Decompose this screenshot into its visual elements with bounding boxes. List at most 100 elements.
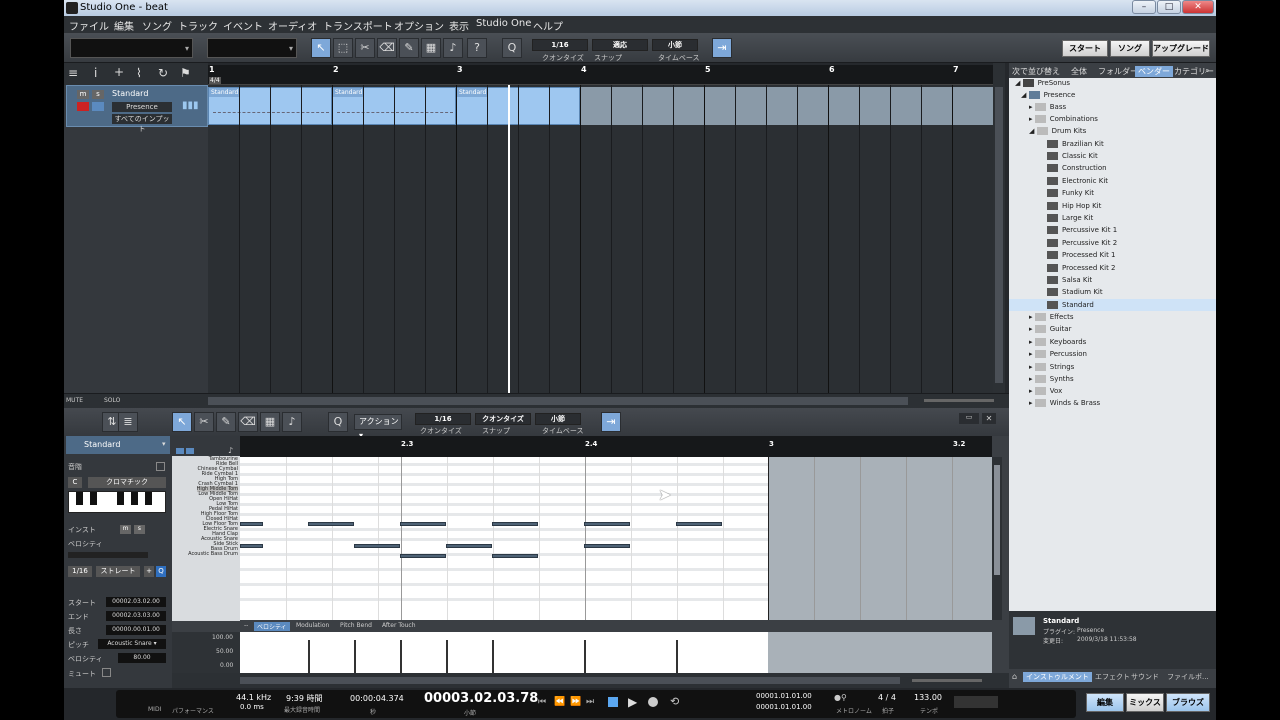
grid-mode[interactable]: ストレート [96,566,140,577]
editor-split-tool-icon[interactable]: ✂ [194,412,214,432]
preset-combo[interactable] [70,38,193,58]
tree-item-preset[interactable]: Brazilian Kit [1047,140,1104,148]
tree-item-drum-kits[interactable]: ◢ Drum Kits [1029,127,1086,135]
tree-item-strings[interactable]: ▸ Strings [1029,363,1074,371]
monitor-button[interactable] [92,102,104,111]
menu-track[interactable]: トラック [178,18,218,33]
refresh-icon[interactable]: ↻ [158,66,168,80]
inspector-mute-button[interactable]: m [120,525,131,534]
fast-forward-icon[interactable]: ⏩ [570,697,581,707]
editor-zoom-slider[interactable] [912,679,982,682]
tree-item-presence[interactable]: ◢ Presence [1021,91,1075,99]
chevron-down-icon[interactable]: ▾ [162,440,166,448]
record-icon[interactable] [648,697,658,707]
velocity-bar[interactable] [354,640,356,673]
note-end-field[interactable]: 00002.03.03.00 [106,611,166,621]
tree-item-synths[interactable]: ▸ Synths [1029,375,1074,383]
tab-instruments[interactable]: インストゥルメント [1023,672,1092,682]
note-grid[interactable]: ➤ [240,457,992,620]
play-icon[interactable]: ▶ [628,695,637,709]
inspector-icon[interactable]: i [94,66,97,80]
browser-tab-vendor[interactable]: ベンダー [1135,66,1173,77]
scale-type[interactable]: クロマチック [88,477,166,488]
tree-item-preset-selected[interactable]: Standard [1047,301,1094,309]
layout-combo[interactable] [207,38,297,58]
tab-pitch-bend[interactable]: Pitch Bend [340,622,372,629]
help-button[interactable]: ? [467,38,487,58]
tree-item-guitar[interactable]: ▸ Guitar [1029,325,1071,333]
velocity-bar[interactable] [400,640,402,673]
loop-icon[interactable]: ⟲ [670,695,679,708]
loop-end[interactable]: 00001.01.01.00 [756,703,812,711]
note-bass-drum[interactable] [400,554,446,558]
tab-velocity[interactable]: ベロシティ [254,622,290,631]
editor-horizontal-scrollbar[interactable] [240,677,900,684]
tree-item-preset[interactable]: Hip Hop Kit [1047,202,1101,210]
arrow-tool-icon[interactable]: ↖ [311,38,331,58]
note-acoustic-snare[interactable] [446,544,492,548]
editor-autoscroll-icon[interactable]: ⇥ [601,412,621,432]
menu-event[interactable]: イベント [223,18,263,33]
grid-value[interactable]: 1/16 [68,566,92,577]
velocity-bar[interactable] [308,640,310,673]
add-track-icon[interactable]: + [114,65,124,79]
tree-item-percussion[interactable]: ▸ Percussion [1029,350,1087,358]
tree-item-preset[interactable]: Classic Kit [1047,152,1098,160]
home-icon[interactable]: ⌂ [1012,672,1017,681]
start-page-button[interactable]: スタート [1062,40,1108,57]
note-bass-drum[interactable] [492,554,538,558]
editor-listen-tool-icon[interactable]: ♪ [282,412,302,432]
scale-keyboard[interactable] [68,491,166,513]
tab-modulation[interactable]: Modulation [296,622,329,629]
tree-item-bass[interactable]: ▸ Bass [1029,103,1066,111]
tree-item-preset[interactable]: Processed Kit 2 [1047,264,1116,272]
tab-more[interactable]: ポ... [1195,672,1209,682]
flag-icon[interactable]: ⚑ [180,66,191,80]
tree-item-combinations[interactable]: ▸ Combinations [1029,115,1098,123]
menu-edit[interactable]: 編集 [114,18,134,33]
autoscroll-icon[interactable]: ⇥ [712,38,732,58]
note-acoustic-snare[interactable] [584,544,630,548]
tree-item-vox[interactable]: ▸ Vox [1029,387,1062,395]
note-velocity-field[interactable]: 80.00 [118,653,166,663]
mix-view-button[interactable]: ミックス [1126,693,1164,712]
note-closed-hihat[interactable] [400,522,446,526]
note-closed-hihat[interactable] [308,522,354,526]
velocity-bar[interactable] [676,640,678,673]
menu-view[interactable]: 表示 [449,18,469,33]
tree-item-preset[interactable]: Processed Kit 1 [1047,251,1116,259]
velocity-grid[interactable] [240,632,992,673]
stop-icon[interactable] [608,697,618,707]
automation-icon[interactable]: ⌇ [136,66,142,80]
menu-file[interactable]: ファイル [69,18,109,33]
list-icon[interactable]: ≡ [68,66,78,80]
browse-view-button[interactable]: ブラウズ [1166,693,1210,712]
tab-files[interactable]: ファイル [1167,672,1195,682]
drum-key-names[interactable]: Tambourine Ride Bell Chinese Cymbal Ride… [172,456,240,621]
menu-studio-one[interactable]: Studio One [476,18,531,29]
editor-list-icon[interactable]: ≣ [118,412,138,432]
note-start-field[interactable]: 00002.03.02.00 [106,597,166,607]
editor-timebase-value[interactable]: 小節 [535,413,581,425]
tree-item-preset[interactable]: Large Kit [1047,214,1093,222]
keys-listen-icon[interactable]: ♪ [228,446,233,455]
editor-pencil-tool-icon[interactable]: ✎ [216,412,236,432]
track-solo-button[interactable]: s [92,90,104,99]
time-position[interactable]: 00003.02.03.78 [424,691,538,706]
keys-toggle-icon[interactable] [176,448,184,454]
tab-sounds[interactable]: サウンド [1131,672,1159,682]
editor-eraser-tool-icon[interactable]: ⌫ [238,412,258,432]
loop-start[interactable]: 00001.01.01.00 [756,692,812,700]
menu-help[interactable]: ヘルプ [533,18,563,33]
editor-mute-tool-icon[interactable]: ▦ [260,412,280,432]
metronome-icon[interactable]: ●⚲ [834,693,847,702]
editor-snap-value[interactable]: クオンタイズ [475,413,531,425]
action-menu-button[interactable]: アクション ▾ [354,414,402,440]
note-acoustic-snare[interactable] [354,544,400,548]
arranger-horizontal-scrollbar[interactable] [208,397,908,405]
editor-quantize-button[interactable]: Q [328,412,348,432]
scale-checkbox[interactable] [156,462,165,471]
tree-item-preset[interactable]: Electronic Kit [1047,177,1108,185]
tree-item-preset[interactable]: Stadium Kit [1047,288,1103,296]
menu-options[interactable]: オプション [394,18,444,33]
